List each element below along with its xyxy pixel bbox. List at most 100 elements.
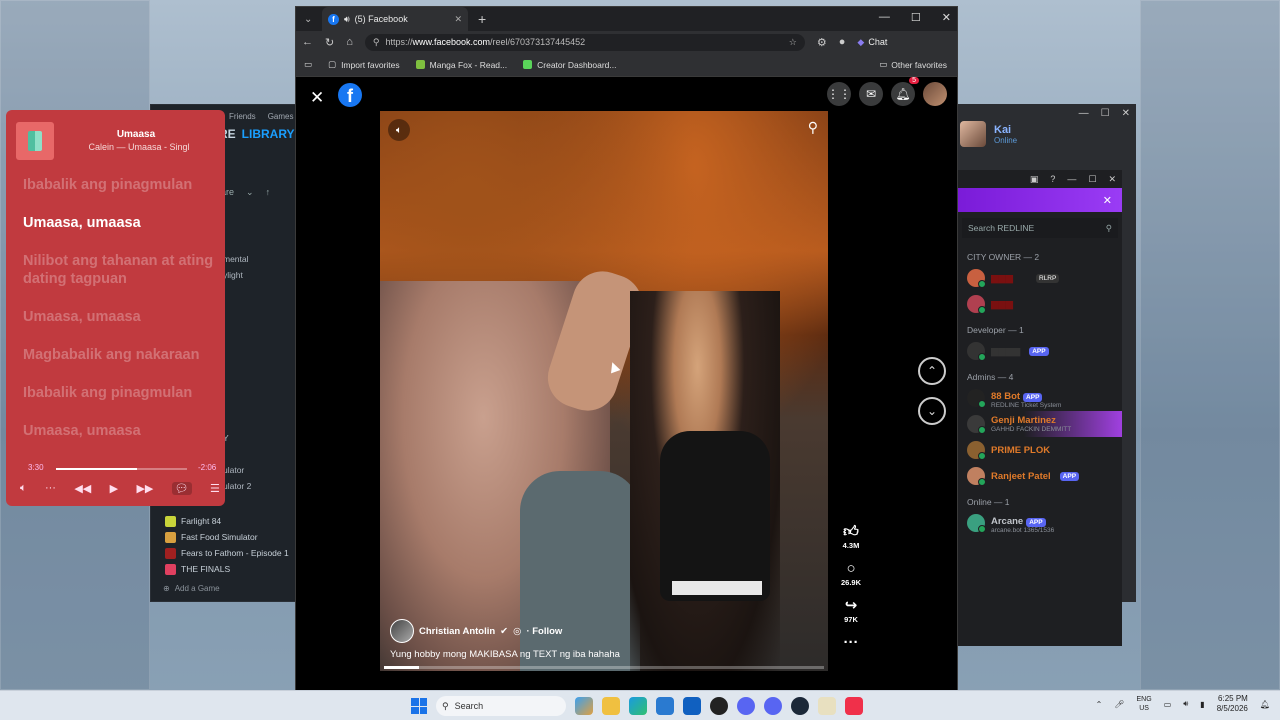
close-banner-icon[interactable]: ✕ — [1103, 194, 1112, 207]
minimize-icon[interactable]: — — [1067, 174, 1076, 184]
close-reel-icon[interactable]: ✕ — [310, 88, 324, 108]
facebook-logo-icon[interactable]: f — [338, 83, 362, 107]
notifications-icon[interactable]: 🔔︎ — [1260, 700, 1270, 709]
help-icon[interactable]: ? — [1050, 174, 1055, 184]
maximize-icon[interactable]: ☐ — [1101, 108, 1110, 119]
notepad-app-icon[interactable] — [818, 697, 836, 715]
discord-app-icon[interactable] — [764, 697, 782, 715]
microphone-icon[interactable]: 🎤︎ — [1114, 700, 1124, 709]
album-art[interactable] — [16, 122, 54, 160]
user-name[interactable]: Kai — [994, 124, 1017, 136]
steam-app-icon[interactable] — [791, 697, 809, 715]
video-progress[interactable] — [384, 666, 824, 669]
next-reel-icon[interactable]: ⌄ — [918, 397, 946, 425]
previous-icon[interactable]: ◀◀ — [74, 482, 91, 495]
maximize-icon[interactable]: ☐ — [911, 11, 921, 24]
refresh-icon[interactable]: ↻ — [325, 36, 334, 49]
notifications-icon[interactable]: 🔔︎ 5 — [891, 77, 919, 106]
extensions-icon[interactable]: ⚙ — [817, 36, 827, 49]
steam-game-partial[interactable]: ulator — [223, 465, 244, 475]
lyric-line[interactable]: Umaasa, umaasa — [23, 308, 219, 326]
lyric-line[interactable]: Ibabalik ang pinagmulan — [23, 176, 219, 194]
steam-game-item[interactable]: THE FINALS — [165, 561, 295, 577]
member-item[interactable]: Genji Martinez GAHHD FACKIN DEMMITT — [958, 411, 1122, 437]
follow-button[interactable]: · Follow — [526, 626, 562, 637]
menu-grid-icon[interactable]: ⋮⋮ — [827, 82, 851, 106]
network-icon[interactable]: ▭ — [1164, 700, 1172, 709]
favorite-manga-fox[interactable]: Manga Fox - Read... — [415, 60, 507, 70]
share-button[interactable]: ↪ 97K — [844, 597, 858, 624]
reading-list-icon[interactable]: ▭ — [304, 59, 312, 70]
member-item[interactable]: Arcane APP arcane.bot 1365/1536 — [958, 510, 1122, 536]
steam-game-partial[interactable]: ulator 2 — [223, 481, 251, 491]
home-icon[interactable]: ⌂ — [346, 36, 353, 48]
chevron-down-icon[interactable]: ⌄ — [246, 187, 254, 198]
back-icon[interactable]: ← — [302, 36, 313, 48]
playback-scrubber[interactable] — [56, 468, 187, 470]
profile-avatar[interactable] — [923, 82, 947, 106]
search-icon[interactable]: ⚲ — [808, 119, 818, 136]
member-item[interactable]: ▆▆▆ RLRP — [958, 265, 1122, 291]
lyric-line[interactable]: Ibabalik ang pinagmulan — [23, 384, 219, 402]
comment-button[interactable]: ○ 26.9K — [841, 560, 861, 587]
apple-music-app-icon[interactable] — [845, 697, 863, 715]
member-item[interactable]: Ranjeet Patel APP — [958, 463, 1122, 489]
maximize-icon[interactable]: ☐ — [1088, 174, 1096, 185]
member-item[interactable]: ▆▆▆▆ APP — [958, 338, 1122, 364]
member-search-input[interactable]: Search REDLINE ⚲ — [962, 218, 1118, 238]
minimize-icon[interactable]: — — [879, 11, 890, 24]
volume-icon[interactable]: 🔈︎ — [20, 482, 27, 495]
steam-collection-label[interactable]: ylight — [223, 270, 243, 280]
tab-actions-icon[interactable]: ⌄ — [304, 14, 312, 25]
steam-nav-games[interactable]: Games — [268, 112, 294, 121]
copilot-app-icon[interactable] — [575, 697, 593, 715]
lyric-line[interactable]: Magbabalik ang nakaraan — [23, 346, 219, 364]
start-button[interactable] — [411, 698, 427, 714]
other-favorites[interactable]: ▭ Other favorites — [879, 59, 947, 70]
minimize-icon[interactable]: — — [1079, 108, 1089, 119]
steam-game-item[interactable]: Fears to Fathom - Episode 1 — [165, 545, 295, 561]
more-options-button[interactable]: ··· — [844, 634, 859, 652]
like-button[interactable]: 👍︎ 4.3M — [843, 523, 860, 550]
chevron-up-icon[interactable]: ⌃ — [1096, 700, 1103, 709]
speaker-icon[interactable]: 🔊︎ — [344, 14, 350, 25]
favorite-import[interactable]: ▢ Import favorites — [328, 59, 400, 70]
steam-tab-library[interactable]: LIBRARY — [242, 127, 295, 141]
steam-collection-label[interactable]: mental — [223, 254, 249, 264]
next-icon[interactable]: ▶▶ — [136, 482, 153, 495]
close-tab-icon[interactable]: ✕ — [454, 14, 462, 25]
steam-nav-friends[interactable]: Friends — [229, 112, 256, 121]
lyric-line[interactable]: Nilibot ang tahanan at ating dating tagp… — [23, 252, 219, 288]
outlook-app-icon[interactable] — [683, 697, 701, 715]
profile-icon[interactable]: ● — [839, 36, 846, 48]
lyrics-icon[interactable]: 💬︎ — [171, 481, 192, 495]
steam-game-item[interactable]: Fast Food Simulator — [165, 529, 295, 545]
new-tab-icon[interactable]: + — [478, 11, 486, 27]
github-app-icon[interactable] — [710, 697, 728, 715]
add-game-button[interactable]: ⊕ Add a Game — [163, 584, 220, 593]
copilot-chat-button[interactable]: ◆ Chat — [857, 37, 887, 48]
language-indicator[interactable]: ENG US — [1137, 695, 1152, 713]
discord-app-icon[interactable] — [737, 697, 755, 715]
member-item[interactable]: ▆▆▆ — [958, 291, 1122, 317]
close-window-icon[interactable]: ✕ — [1122, 108, 1130, 119]
speaker-icon[interactable]: 🔊︎ — [1183, 699, 1188, 709]
lyric-line-active[interactable]: Umaasa, umaasa — [23, 214, 219, 232]
close-window-icon[interactable]: ✕ — [1108, 174, 1116, 185]
play-icon[interactable]: ▶ — [110, 482, 118, 495]
edge-app-icon[interactable] — [629, 697, 647, 715]
close-window-icon[interactable]: ✕ — [942, 11, 951, 24]
steam-game-item[interactable]: Farlight 84 — [165, 513, 295, 529]
browser-tab-facebook[interactable]: f 🔊︎ (5) Facebook ✕ — [322, 7, 468, 31]
site-info-icon[interactable]: ⚲ — [373, 37, 380, 48]
taskbar-search[interactable]: ⚲ Search — [436, 696, 566, 716]
reel-video[interactable]: 🔈︎ ⚲ Christian Antolin ✔ ◎ · Follow Yung… — [380, 111, 828, 671]
member-item[interactable]: PRIME PLOK — [958, 437, 1122, 463]
store-app-icon[interactable] — [656, 697, 674, 715]
inbox-icon[interactable]: ▣ — [1030, 174, 1039, 185]
author-name[interactable]: Christian Antolin — [419, 626, 495, 637]
queue-icon[interactable]: ☰ — [210, 482, 220, 495]
user-avatar[interactable] — [960, 121, 986, 147]
member-item[interactable]: 88 Bot APP REDLINE Ticket System — [958, 385, 1122, 411]
favorite-creator-dashboard[interactable]: Creator Dashboard... — [523, 60, 617, 70]
